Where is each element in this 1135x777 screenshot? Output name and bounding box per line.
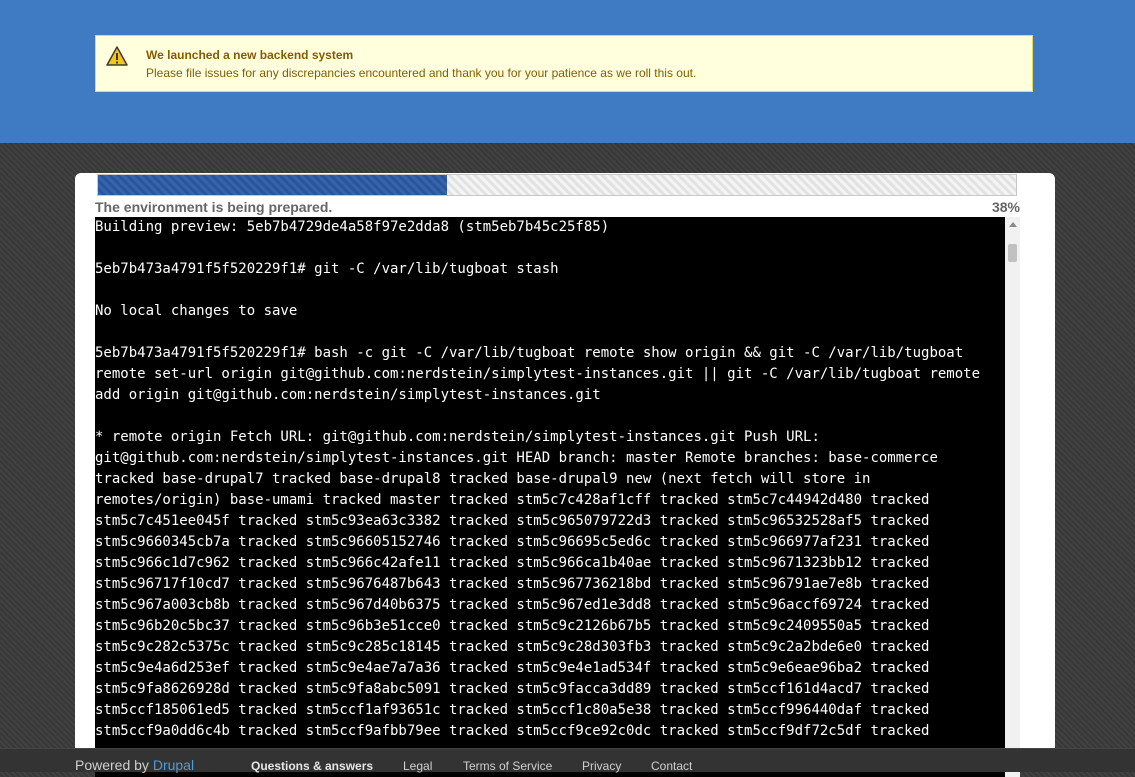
terminal-line: git@github.com:nerdstein/simplytest-inst…	[95, 450, 938, 466]
terminal-line: 5eb7b473a4791f5f520229f1# git -C /var/li…	[95, 261, 559, 277]
terminal-line: stm5ccf185061ed5 tracked stm5ccf1af93651…	[95, 702, 930, 718]
terminal-line: No local changes to save	[95, 303, 298, 319]
terminal-line: stm5c967a003cb8b tracked stm5c967d40b637…	[95, 597, 930, 613]
terminal-line: stm5c9fa8626928d tracked stm5c9fa8abc509…	[95, 681, 930, 697]
terminal-line: stm5ccf9a0dd6c4b tracked stm5ccf9afbb79e…	[95, 723, 930, 739]
warning-icon	[106, 46, 128, 66]
terminal-line: stm5c9c282c5375c tracked stm5c9c285c1814…	[95, 639, 930, 655]
scroll-up-arrow-icon[interactable]	[1009, 222, 1017, 227]
progress-percent: 38%	[991, 199, 1020, 215]
terminal-line: stm5c7c451ee045f tracked stm5c93ea63c338…	[95, 513, 930, 529]
terminal-line: remote set-url origin git@github.com:ner…	[95, 366, 981, 382]
terminal-line: stm5c966c1d7c962 tracked stm5c966c42afe1…	[95, 555, 930, 571]
terminal-line: Building preview: 5eb7b4729de4a58f97e2dd…	[95, 219, 610, 235]
terminal-line: remotes/origin) base-umami tracked maste…	[95, 492, 930, 508]
progress-status: The environment is being prepared.	[95, 199, 333, 215]
preview-panel: The environment is being prepared. 38% B…	[75, 173, 1055, 777]
footer: Powered by Drupal Questions & answers Le…	[0, 748, 1135, 773]
terminal-line: stm5c96717f10cd7 tracked stm5c9676487b64…	[95, 576, 930, 592]
scroll-thumb[interactable]	[1008, 244, 1017, 262]
progress-fill	[98, 175, 447, 195]
notice-body: Please file issues for any discrepancies…	[146, 66, 697, 80]
build-log-terminal[interactable]: Building preview: 5eb7b4729de4a58f97e2dd…	[95, 217, 1005, 777]
terminal-scrollbar[interactable]	[1005, 217, 1020, 777]
terminal-line: stm5c9e4a6d253ef tracked stm5c9e4ae7a7a3…	[95, 660, 930, 676]
terminal-line: add origin git@github.com:nerdstein/simp…	[95, 387, 601, 403]
terminal-line: stm5c9660345cb7a tracked stm5c9660515274…	[95, 534, 930, 550]
notice-title: We launched a new backend system	[146, 48, 354, 62]
terminal-line: tracked base-drupal7 tracked base-drupal…	[95, 471, 871, 487]
announcement-notice: We launched a new backend system Please …	[95, 35, 1033, 92]
terminal-line: * remote origin Fetch URL: git@github.co…	[95, 429, 820, 445]
terminal-line: stm5c96b20c5bc37 tracked stm5c96b3e51cce…	[95, 618, 930, 634]
terminal-line: 5eb7b473a4791f5f520229f1# bash -c git -C…	[95, 345, 964, 361]
header-banner: We launched a new backend system Please …	[0, 0, 1135, 143]
progress-bar	[97, 174, 1017, 196]
